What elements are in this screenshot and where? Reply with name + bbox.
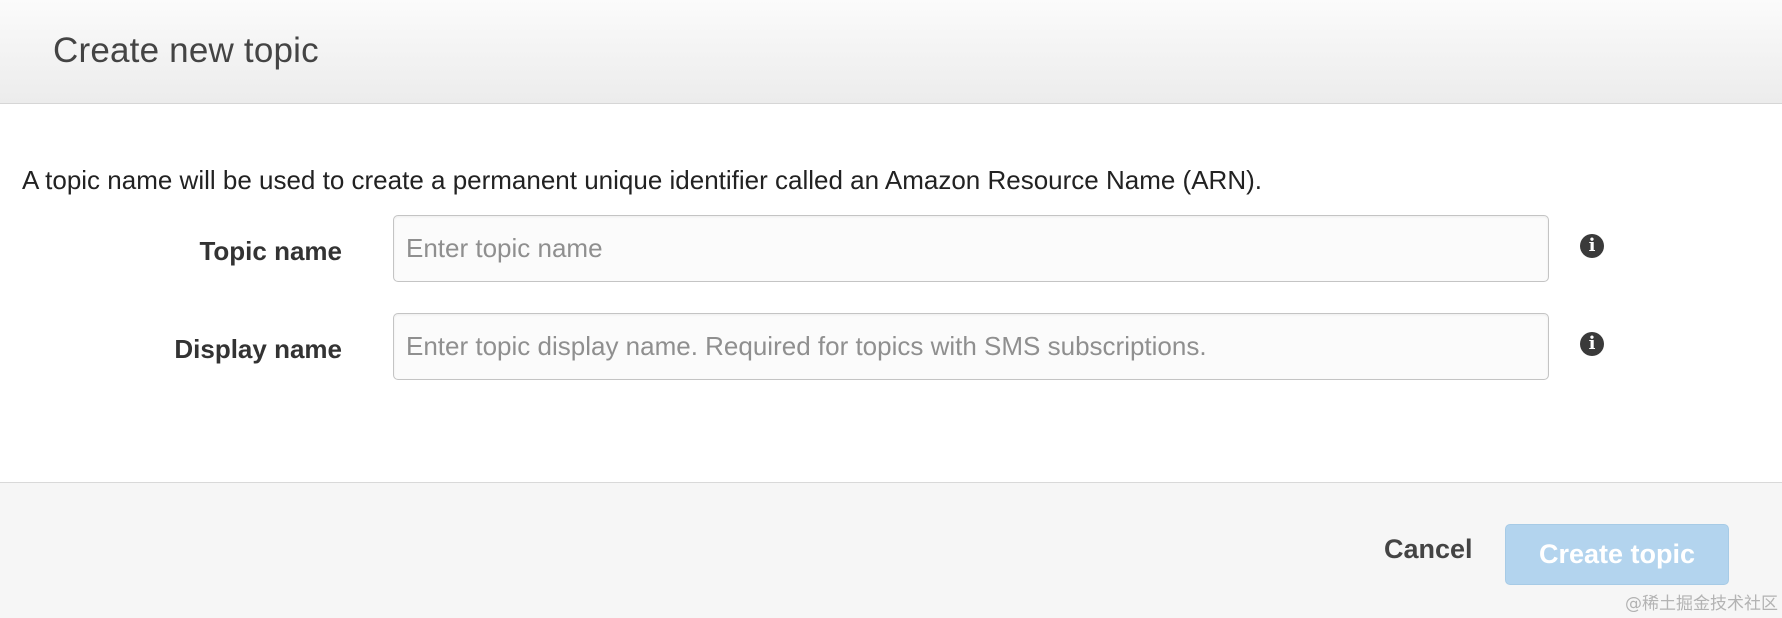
dialog-description: A topic name will be used to create a pe… <box>22 165 1262 195</box>
info-circle-icon[interactable]: i <box>1580 234 1604 258</box>
create-topic-dialog: Create new topic A topic name will be us… <box>0 0 1782 618</box>
dialog-title: Create new topic <box>53 31 319 70</box>
dialog-header: Create new topic <box>0 0 1782 104</box>
topic-name-label: Topic name <box>199 236 342 266</box>
create-topic-button[interactable]: Create topic <box>1505 524 1729 585</box>
dialog-footer: Cancel Create topic @稀土掘金技术社区 <box>0 482 1782 618</box>
display-name-input[interactable] <box>393 313 1549 380</box>
watermark: @稀土掘金技术社区 <box>1625 594 1778 614</box>
cancel-button[interactable]: Cancel <box>1384 534 1473 565</box>
dialog-body: A topic name will be used to create a pe… <box>0 104 1782 482</box>
display-name-label: Display name <box>174 334 342 364</box>
info-circle-icon[interactable]: i <box>1580 332 1604 356</box>
topic-name-input[interactable] <box>393 215 1549 282</box>
